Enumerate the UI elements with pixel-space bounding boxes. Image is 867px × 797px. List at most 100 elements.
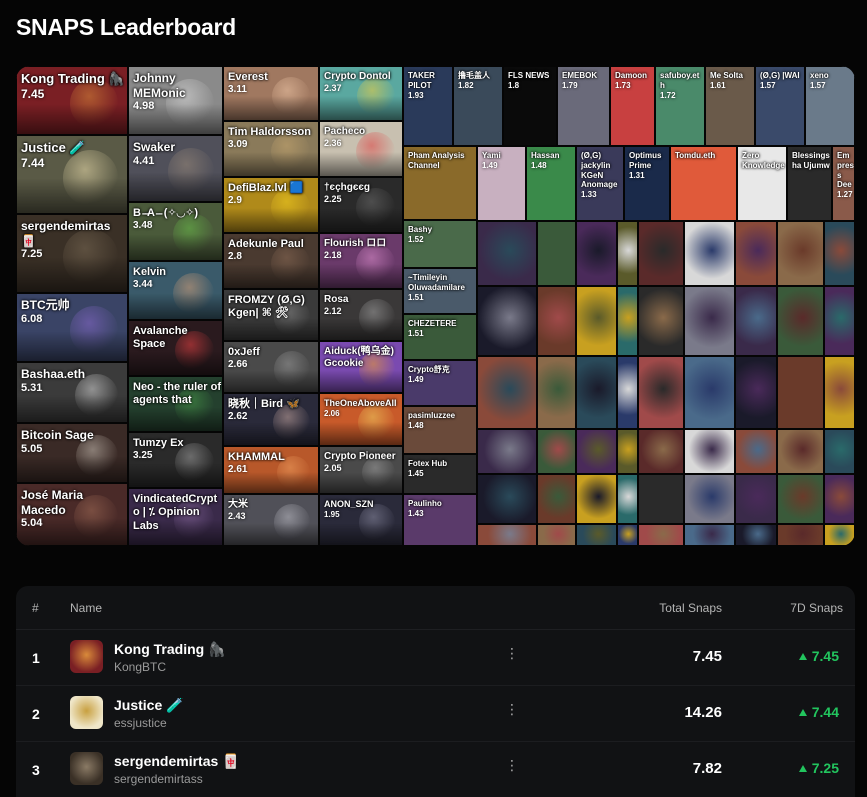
mosaic-tile[interactable] <box>576 221 617 286</box>
mosaic-tile[interactable]: †єçhgєєg 2.25 <box>319 177 403 233</box>
avatar[interactable] <box>70 640 103 673</box>
mosaic-tile[interactable]: 晓秋｜Bird 🦋 2.62 <box>223 393 319 446</box>
mosaic-tile[interactable]: Rosa 2.12 <box>319 289 403 341</box>
mosaic-tile[interactable]: Bashy 1.52 <box>403 220 477 268</box>
mosaic-tile[interactable] <box>638 221 684 286</box>
mosaic-tile[interactable]: Fotex Hub 1.45 <box>403 454 477 494</box>
mosaic-tile[interactable] <box>684 429 735 474</box>
mosaic-tile[interactable]: ANON_SZN 1.95 <box>319 494 403 546</box>
mosaic-tile[interactable]: Swaker 4.41 <box>128 135 223 202</box>
mosaic-tile[interactable]: sergendemirtas 🀄 7.25 <box>16 214 128 293</box>
more-options-icon[interactable]: ⋮ <box>505 758 519 772</box>
mosaic-tile[interactable]: BTC元帅 6.08 <box>16 293 128 362</box>
mosaic-tile[interactable] <box>638 474 684 524</box>
mosaic-tile[interactable] <box>735 286 777 356</box>
mosaic-tile[interactable] <box>824 524 855 546</box>
mosaic-tile[interactable] <box>735 356 777 429</box>
mosaic-tile[interactable] <box>477 429 537 474</box>
mosaic-tile[interactable]: VindicatedCrypto | ⁒ Opinion Labs <box>128 488 223 546</box>
mosaic-tile[interactable]: Tim Haldorsson 3.09 <box>223 121 319 177</box>
mosaic-tile[interactable] <box>617 221 638 286</box>
mosaic-tile[interactable] <box>576 474 617 524</box>
mosaic-tile[interactable]: Kong Trading 🦍 7.45 <box>16 66 128 135</box>
mosaic-tile[interactable] <box>617 356 638 429</box>
mosaic-tile[interactable] <box>638 429 684 474</box>
mosaic-tile[interactable] <box>777 429 824 474</box>
mosaic-tile[interactable] <box>777 356 824 429</box>
mosaic-tile[interactable] <box>477 524 537 546</box>
mosaic-tile[interactable]: Yami 1.49 <box>477 146 526 221</box>
mosaic-tile[interactable]: Bitcoin Sage 5.05 <box>16 423 128 483</box>
mosaic-tile[interactable]: FROMZY (Ø,G) Kgen| ⌘ 🛠 <box>223 289 319 341</box>
mosaic-tile[interactable] <box>684 221 735 286</box>
mosaic-tile[interactable]: Damoon 1.73 <box>610 66 655 146</box>
mosaic-tile[interactable]: Optimus Prime 1.31 <box>624 146 670 221</box>
mosaic-tile[interactable] <box>477 356 537 429</box>
mosaic-tile[interactable]: Hassan 1.48 <box>526 146 576 221</box>
mosaic-tile[interactable]: CHEZETERE 1.51 <box>403 314 477 360</box>
total-snaps-column-header[interactable]: Total Snaps <box>659 601 722 615</box>
mosaic-tile[interactable] <box>638 356 684 429</box>
mosaic-tile[interactable]: Crypto舒克 1.49 <box>403 360 477 406</box>
mosaic-tile[interactable] <box>537 524 576 546</box>
mosaic-tile[interactable]: Kelvin 3.44 <box>128 261 223 320</box>
mosaic-tile[interactable] <box>576 286 617 356</box>
mosaic-tile[interactable] <box>617 429 638 474</box>
mosaic-tile[interactable] <box>735 474 777 524</box>
mosaic-tile[interactable]: Johnny MEMonic 4.98 <box>128 66 223 135</box>
mosaic-tile[interactable]: EMEBOK 1.79 <box>557 66 610 146</box>
mosaic-tile[interactable]: TAKER PILOT 1.93 <box>403 66 453 146</box>
mosaic-tile[interactable]: José Maria Macedo 5.04 <box>16 483 128 546</box>
mosaic-tile[interactable] <box>777 474 824 524</box>
mosaic-tile[interactable]: DefiBlaz.lvl 🟦 2.9 <box>223 177 319 233</box>
table-row[interactable]: 2 Justice 🧪 essjustice ⋮ 14.26 7.44 <box>16 686 855 742</box>
mosaic-tile[interactable] <box>684 356 735 429</box>
mosaic-tile[interactable]: xeno 1.57 <box>805 66 855 146</box>
mosaic-tile[interactable]: Crypto Dontol 2.37 <box>319 66 403 121</box>
mosaic-tile[interactable]: Aiduck(鸭乌金) Gcookie <box>319 341 403 393</box>
mosaic-tile[interactable] <box>777 524 824 546</box>
mosaic-tile[interactable]: safuboy.eth 1.72 <box>655 66 705 146</box>
mosaic-tile[interactable]: Blessingsha Ujumw <box>787 146 832 221</box>
mosaic-tile[interactable] <box>537 286 576 356</box>
mosaic-tile[interactable] <box>537 474 576 524</box>
table-row[interactable]: 3 sergendemirtas 🀄 sergendemirtass ⋮ 7.8… <box>16 742 855 797</box>
mosaic-tile[interactable]: Me Solta 1.61 <box>705 66 755 146</box>
mosaic-tile[interactable]: B ̵ ̵A ̵ ̵ (✧◡✧) 3.48 <box>128 202 223 261</box>
mosaic-tile[interactable] <box>638 524 684 546</box>
user-name[interactable]: sergendemirtas 🀄 <box>114 753 240 770</box>
mosaic-tile[interactable] <box>824 286 855 356</box>
mosaic-tile[interactable] <box>617 524 638 546</box>
mosaic-tile[interactable]: Everest 3.11 <box>223 66 319 121</box>
mosaic-tile[interactable]: Zero Knowledge <box>737 146 787 221</box>
mosaic-tile[interactable] <box>735 524 777 546</box>
mosaic-tile[interactable]: 0xJeff 2.66 <box>223 341 319 393</box>
more-options-icon[interactable]: ⋮ <box>505 646 519 660</box>
mosaic-tile[interactable] <box>777 286 824 356</box>
mosaic-tile[interactable] <box>684 286 735 356</box>
mosaic-tile[interactable] <box>638 286 684 356</box>
mosaic-tile[interactable] <box>824 429 855 474</box>
mosaic-tile[interactable]: Flourish ロロ 2.18 <box>319 233 403 289</box>
mosaic-tile[interactable] <box>576 524 617 546</box>
mosaic-tile[interactable]: ~Timileyin Oluwadamilare 1.51 <box>403 268 477 314</box>
mosaic-tile[interactable]: Adekunle Paul 2.8 <box>223 233 319 289</box>
mosaic-tile[interactable]: Justice 🧪 7.44 <box>16 135 128 214</box>
mosaic-tile[interactable] <box>824 356 855 429</box>
mosaic-tile[interactable] <box>684 474 735 524</box>
7d-snaps-column-header[interactable]: 7D Snaps <box>790 601 843 615</box>
mosaic-tile[interactable] <box>777 221 824 286</box>
mosaic-tile[interactable] <box>576 429 617 474</box>
mosaic-tile[interactable] <box>824 221 855 286</box>
mosaic-tile[interactable]: (Ø,G) jackylin KGeN Anomage 1.33 <box>576 146 624 221</box>
mosaic-tile[interactable]: Pacheco 2.36 <box>319 121 403 177</box>
table-row[interactable]: 1 Kong Trading 🦍 KongBTC ⋮ 7.45 7.45 <box>16 630 855 686</box>
mosaic-tile[interactable]: TheOneAboveAll 2.06 <box>319 393 403 446</box>
mosaic-tile[interactable] <box>477 474 537 524</box>
mosaic-tile[interactable]: 撸毛盖人 1.82 <box>453 66 503 146</box>
more-options-icon[interactable]: ⋮ <box>505 702 519 716</box>
mosaic-tile[interactable]: pasimluzzee 1.48 <box>403 406 477 454</box>
mosaic-tile[interactable] <box>735 429 777 474</box>
mosaic-tile[interactable]: Crypto Pioneer 2.05 <box>319 446 403 494</box>
mosaic-tile[interactable]: Bashaa.eth 5.31 <box>16 362 128 423</box>
